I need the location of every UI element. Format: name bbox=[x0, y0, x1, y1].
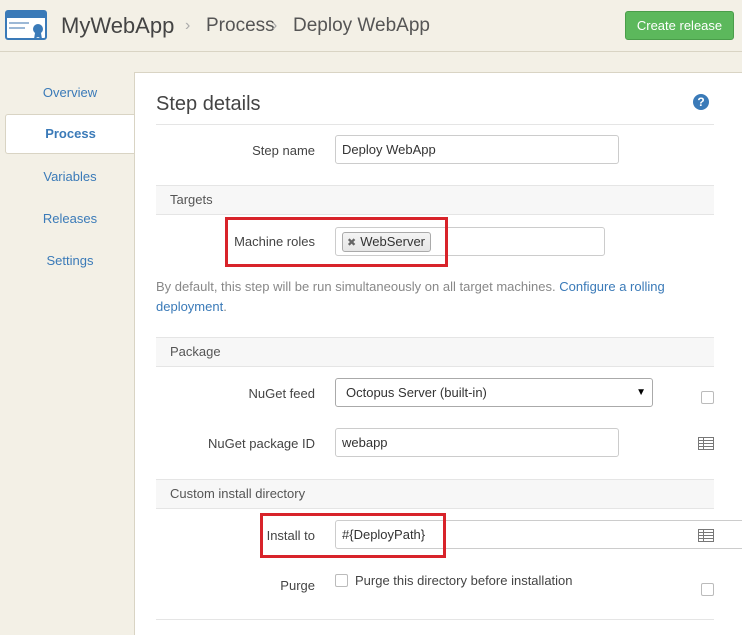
nuget-feed-select[interactable]: Octopus Server (built-in) ▼ bbox=[335, 378, 653, 407]
nuget-feed-value: Octopus Server (built-in) bbox=[346, 385, 487, 400]
nuget-feed-label: NuGet feed bbox=[248, 386, 316, 401]
package-section-heading: Package bbox=[156, 337, 714, 367]
variable-picker-icon[interactable] bbox=[698, 437, 714, 450]
help-icon[interactable]: ? bbox=[693, 94, 709, 110]
nuget-package-id-input[interactable]: webapp bbox=[335, 428, 619, 457]
purge-extra-checkbox[interactable] bbox=[701, 583, 714, 596]
app-logo-icon bbox=[5, 10, 47, 40]
machine-roles-label: Machine roles bbox=[234, 234, 315, 249]
install-section-heading: Custom install directory bbox=[156, 479, 714, 509]
create-release-button[interactable]: Create release bbox=[625, 11, 734, 40]
app-name[interactable]: MyWebApp bbox=[61, 13, 174, 39]
sidebar-item-variables[interactable]: Variables bbox=[5, 158, 135, 195]
role-tag-label: WebServer bbox=[360, 234, 426, 249]
breadcrumb-separator-icon: › bbox=[272, 17, 278, 34]
remove-tag-icon[interactable]: ✖ bbox=[347, 237, 356, 249]
breadcrumb-deploy-webapp: Deploy WebApp bbox=[293, 15, 430, 36]
nuget-feed-checkbox[interactable] bbox=[701, 391, 714, 404]
breadcrumb-separator-icon: › bbox=[185, 17, 191, 34]
step-name-label: Step name bbox=[252, 143, 315, 158]
purge-checkbox-label[interactable]: Purge this directory before installation bbox=[355, 573, 573, 588]
sidebar-item-process[interactable]: Process bbox=[5, 114, 135, 154]
sidebar-item-settings[interactable]: Settings bbox=[5, 242, 135, 279]
title-divider bbox=[156, 124, 714, 125]
targets-hint: By default, this step will be run simult… bbox=[156, 277, 696, 317]
page-title: Step details bbox=[156, 93, 261, 115]
dropdown-arrow-icon: ▼ bbox=[636, 387, 646, 398]
purge-checkbox[interactable] bbox=[335, 574, 348, 587]
hint-text: By default, this step will be run simult… bbox=[156, 279, 556, 294]
hint-end: . bbox=[223, 299, 227, 314]
machine-roles-input[interactable]: ✖ WebServer bbox=[335, 227, 605, 256]
step-name-input[interactable]: Deploy WebApp bbox=[335, 135, 619, 164]
install-to-input[interactable]: #{DeployPath} bbox=[335, 520, 742, 549]
targets-section-heading: Targets bbox=[156, 185, 714, 215]
nuget-package-id-label: NuGet package ID bbox=[208, 436, 315, 451]
bottom-divider bbox=[156, 619, 714, 620]
breadcrumb-process[interactable]: Process bbox=[206, 15, 275, 37]
top-header: MyWebApp › Process › Deploy WebApp Creat… bbox=[0, 0, 742, 52]
variable-picker-icon[interactable] bbox=[698, 529, 714, 542]
role-tag: ✖ WebServer bbox=[342, 232, 432, 252]
step-details-panel: Step details ? Step name Deploy WebApp T… bbox=[134, 72, 742, 635]
install-to-label: Install to bbox=[266, 528, 315, 543]
sidebar-item-overview[interactable]: Overview bbox=[5, 74, 135, 111]
sidebar-item-releases[interactable]: Releases bbox=[5, 200, 135, 237]
purge-label: Purge bbox=[280, 578, 315, 593]
